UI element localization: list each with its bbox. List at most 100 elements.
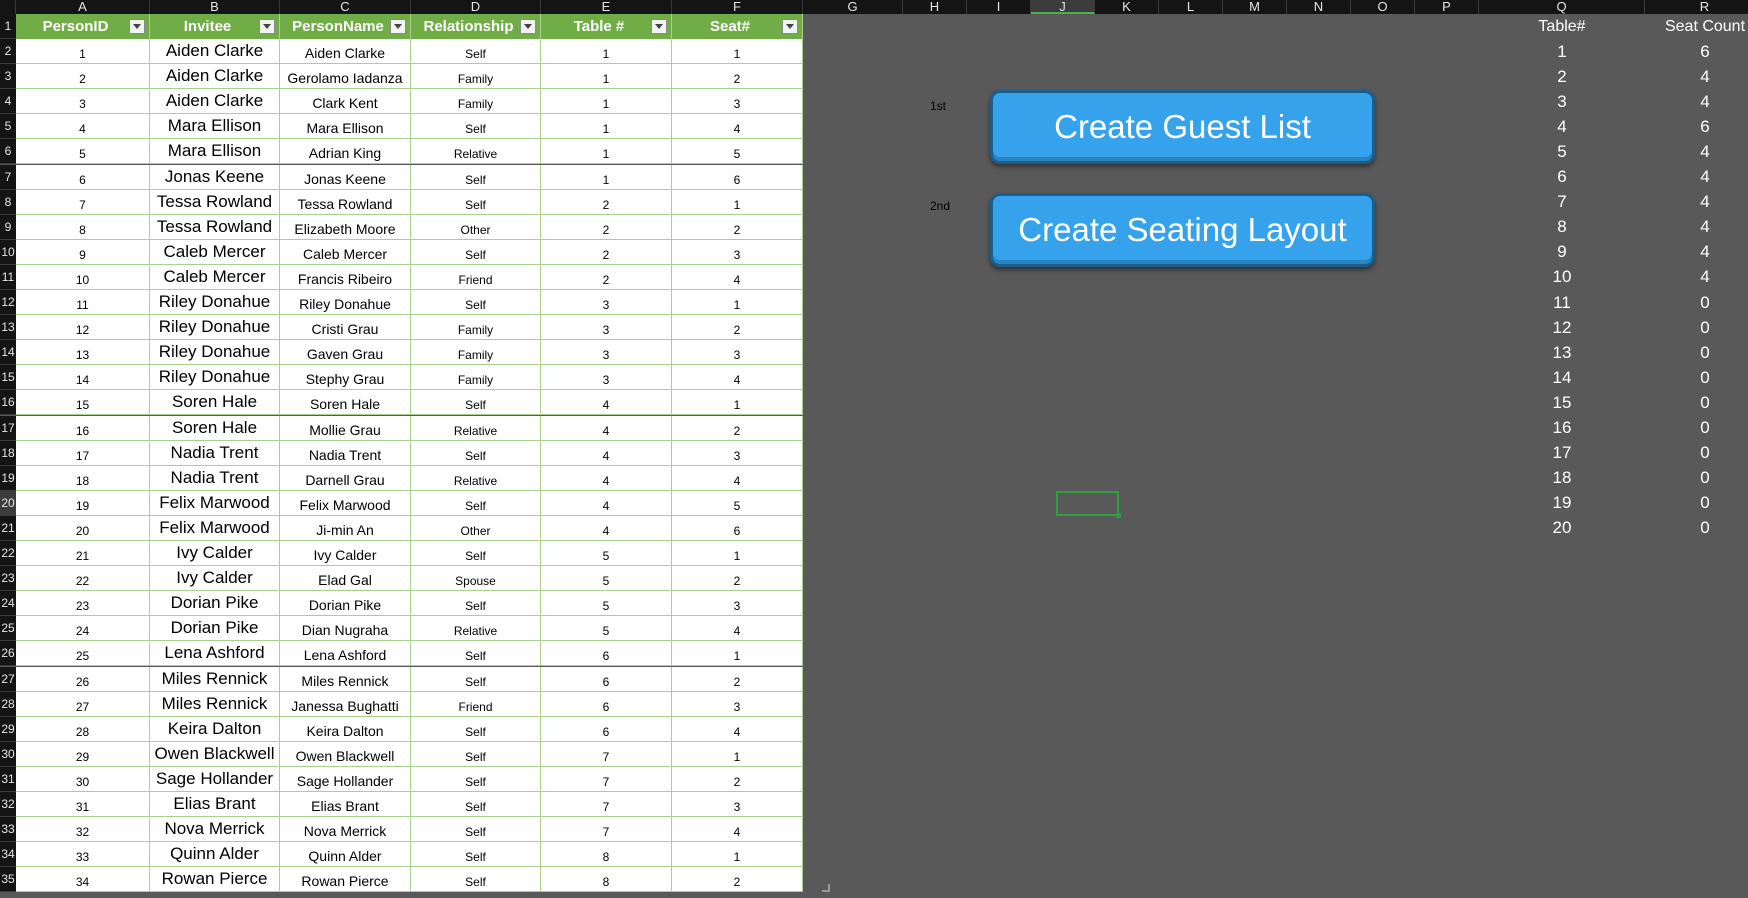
cell-seat-number[interactable]: 2 [672, 214, 803, 240]
summary-seat-count[interactable]: 0 [1645, 390, 1748, 415]
row-header-11[interactable]: 11 [0, 264, 16, 290]
cell-table-number[interactable]: 4 [541, 390, 672, 416]
cell-invitee[interactable]: Riley Donahue [150, 340, 280, 366]
cell-table-number[interactable]: 1 [541, 89, 672, 115]
cell-invitee[interactable]: Dorian Pike [150, 616, 280, 642]
cell-table-number[interactable]: 3 [541, 340, 672, 366]
summary-header-table[interactable]: Table# [1479, 14, 1645, 39]
cell-seat-number[interactable]: 5 [672, 139, 803, 165]
cell-person-id[interactable]: 3 [16, 89, 150, 115]
cell-person-id[interactable]: 10 [16, 264, 150, 290]
row-header-8[interactable]: 8 [0, 189, 16, 215]
table-header-relationship[interactable]: Relationship [411, 14, 541, 39]
summary-table-number[interactable]: 6 [1479, 165, 1645, 190]
cell-seat-number[interactable]: 2 [672, 415, 803, 441]
row-header-33[interactable]: 33 [0, 817, 16, 843]
summary-table-number[interactable]: 10 [1479, 265, 1645, 290]
summary-table-number[interactable]: 3 [1479, 89, 1645, 114]
cell-invitee[interactable]: Felix Marwood [150, 515, 280, 541]
cell-table-number[interactable]: 2 [541, 264, 672, 290]
cell-person-name[interactable]: Sage Hollander [280, 766, 411, 792]
cell-person-name[interactable]: Lena Ashford [280, 641, 411, 667]
column-header-f[interactable]: F [672, 0, 803, 14]
column-header-i[interactable]: I [967, 0, 1031, 14]
column-header-q[interactable]: Q [1479, 0, 1645, 14]
cell-seat-number[interactable]: 1 [672, 741, 803, 767]
cell-invitee[interactable]: Lena Ashford [150, 641, 280, 667]
create-seating-layout-button[interactable]: Create Seating Layout [990, 193, 1375, 267]
cell-table-number[interactable]: 1 [541, 64, 672, 90]
summary-table-number[interactable]: 18 [1479, 466, 1645, 491]
column-header-n[interactable]: N [1287, 0, 1351, 14]
table-header-table[interactable]: Table # [541, 14, 672, 39]
summary-seat-count[interactable]: 0 [1645, 365, 1748, 390]
cell-table-number[interactable]: 3 [541, 315, 672, 341]
cell-table-number[interactable]: 8 [541, 842, 672, 868]
cell-invitee[interactable]: Nadia Trent [150, 440, 280, 466]
cell-seat-number[interactable]: 2 [672, 315, 803, 341]
cell-person-id[interactable]: 26 [16, 666, 150, 692]
cell-invitee[interactable]: Aiden Clarke [150, 89, 280, 115]
cell-person-name[interactable]: Felix Marwood [280, 490, 411, 516]
cell-person-id[interactable]: 17 [16, 440, 150, 466]
cell-table-number[interactable]: 3 [541, 290, 672, 316]
cell-seat-number[interactable]: 6 [672, 515, 803, 541]
summary-table-number[interactable]: 15 [1479, 390, 1645, 415]
row-header-9[interactable]: 9 [0, 214, 16, 240]
cell-invitee[interactable]: Ivy Calder [150, 541, 280, 567]
cell-relationship[interactable]: Self [411, 541, 541, 567]
cell-table-number[interactable]: 1 [541, 139, 672, 165]
cell-invitee[interactable]: Rowan Pierce [150, 867, 280, 893]
cell-seat-number[interactable]: 1 [672, 541, 803, 567]
cell-person-id[interactable]: 33 [16, 842, 150, 868]
summary-seat-count[interactable]: 0 [1645, 340, 1748, 365]
row-header-2[interactable]: 2 [0, 39, 16, 65]
cell-relationship[interactable]: Self [411, 591, 541, 617]
column-header-d[interactable]: D [411, 0, 541, 14]
cell-person-id[interactable]: 31 [16, 792, 150, 818]
row-header-14[interactable]: 14 [0, 340, 16, 366]
cell-table-number[interactable]: 1 [541, 164, 672, 190]
summary-seat-count[interactable]: 6 [1645, 114, 1748, 139]
summary-seat-count[interactable]: 4 [1645, 64, 1748, 89]
column-header-b[interactable]: B [150, 0, 280, 14]
cell-table-number[interactable]: 4 [541, 515, 672, 541]
cell-table-number[interactable]: 3 [541, 365, 672, 391]
cell-person-name[interactable]: Ji-min An [280, 515, 411, 541]
row-header-35[interactable]: 35 [0, 867, 16, 893]
cell-invitee[interactable]: Tessa Rowland [150, 189, 280, 215]
row-header-28[interactable]: 28 [0, 691, 16, 717]
cell-invitee[interactable]: Quinn Alder [150, 842, 280, 868]
summary-seat-count[interactable]: 0 [1645, 516, 1748, 541]
cell-table-number[interactable]: 8 [541, 867, 672, 893]
cell-person-id[interactable]: 29 [16, 741, 150, 767]
cell-person-id[interactable]: 1 [16, 39, 150, 65]
cell-relationship[interactable]: Relative [411, 139, 541, 165]
cell-seat-number[interactable]: 1 [672, 641, 803, 667]
cell-relationship[interactable]: Self [411, 189, 541, 215]
cell-person-name[interactable]: Dorian Pike [280, 591, 411, 617]
cell-invitee[interactable]: Soren Hale [150, 415, 280, 441]
cell-invitee[interactable]: Tessa Rowland [150, 214, 280, 240]
cell-person-id[interactable]: 12 [16, 315, 150, 341]
cell-invitee[interactable]: Dorian Pike [150, 591, 280, 617]
cell-table-number[interactable]: 5 [541, 566, 672, 592]
filter-dropdown-icon[interactable] [390, 19, 406, 34]
row-header-1[interactable]: 1 [0, 14, 16, 39]
row-header-6[interactable]: 6 [0, 139, 16, 165]
cell-invitee[interactable]: Owen Blackwell [150, 741, 280, 767]
cell-table-number[interactable]: 2 [541, 239, 672, 265]
row-header-16[interactable]: 16 [0, 390, 16, 416]
cell-invitee[interactable]: Aiden Clarke [150, 64, 280, 90]
cell-person-id[interactable]: 9 [16, 239, 150, 265]
cell-invitee[interactable]: Riley Donahue [150, 365, 280, 391]
cell-person-name[interactable]: Nova Merrick [280, 817, 411, 843]
cell-invitee[interactable]: Caleb Mercer [150, 264, 280, 290]
row-header-23[interactable]: 23 [0, 566, 16, 592]
table-resize-handle[interactable] [822, 884, 830, 892]
cell-seat-number[interactable]: 3 [672, 691, 803, 717]
cell-person-id[interactable]: 15 [16, 390, 150, 416]
row-header-32[interactable]: 32 [0, 792, 16, 818]
cell-relationship[interactable]: Self [411, 390, 541, 416]
cell-relationship[interactable]: Self [411, 39, 541, 65]
